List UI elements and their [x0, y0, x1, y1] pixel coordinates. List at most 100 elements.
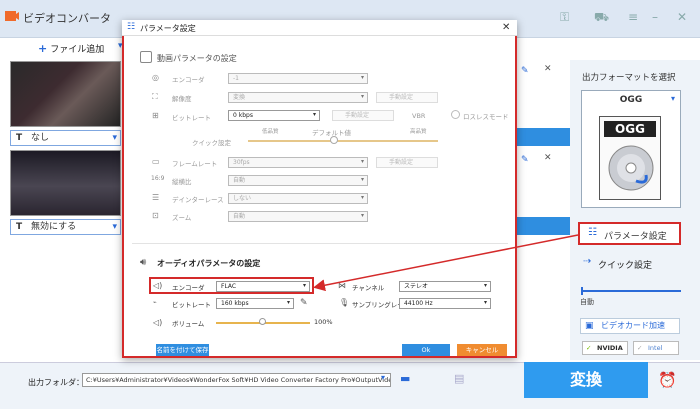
nvidia-label: NVIDIA: [597, 344, 623, 352]
manual-setting-label: 手動設定: [389, 94, 414, 101]
dialog-close-icon[interactable]: ✕: [502, 22, 510, 33]
zoom-label: ズーム: [172, 214, 192, 222]
key-icon[interactable]: ⚿: [560, 10, 569, 25]
microphone-icon: 🎙︎: [339, 298, 350, 307]
close-window-icon[interactable]: ✕: [677, 10, 687, 24]
chevron-down-icon: ▾: [360, 74, 364, 81]
framerate-select[interactable]: 30fps ▾: [228, 157, 368, 168]
channel-value: ステレオ: [404, 283, 429, 290]
edit-icon[interactable]: ✎: [521, 155, 529, 165]
app-title: ビデオコンバータ: [23, 12, 111, 25]
plus-icon: +: [38, 42, 48, 55]
quality-low-label: 低品質: [262, 129, 279, 135]
manual-setting-button[interactable]: 手動設定: [332, 110, 394, 121]
progress-stripe: [517, 128, 570, 146]
chevron-down-icon: ▾: [112, 222, 117, 232]
chevron-down-icon: ▾: [360, 212, 364, 219]
video-thumbnail[interactable]: [10, 150, 121, 216]
text-icon: T: [16, 222, 23, 232]
output-dropdown-icon[interactable]: ▾: [381, 373, 385, 382]
aspect-ratio-icon: 16:9: [151, 175, 165, 182]
zoom-icon: ⊡: [152, 211, 159, 220]
quick-settings-label: クイック設定: [598, 261, 653, 271]
quality-slider-knob[interactable]: [330, 136, 338, 144]
subtitle-value: なし: [31, 133, 50, 143]
framerate-icon: ▭: [152, 157, 160, 166]
volume-slider-knob[interactable]: [259, 318, 266, 325]
format-dropdown-icon[interactable]: ▾: [671, 94, 675, 103]
volume-icon: ◁): [153, 318, 163, 327]
quality-slider[interactable]: [248, 140, 438, 142]
subtitle-select[interactable]: T なし ▾: [10, 130, 121, 146]
audio-bitrate-select[interactable]: 160 kbps ▾: [216, 298, 294, 309]
video-thumbnail[interactable]: [10, 61, 121, 127]
zoom-select[interactable]: 自動 ▾: [228, 211, 368, 222]
remove-file-icon[interactable]: ✕: [544, 153, 552, 163]
samplerate-select[interactable]: 44100 Hz ▾: [399, 298, 491, 309]
volume-value: 100%: [314, 318, 333, 326]
chevron-down-icon: ▾: [360, 93, 364, 100]
menu-icon[interactable]: ≡: [628, 10, 638, 24]
alarm-clock-icon[interactable]: ⏰: [658, 371, 677, 389]
chevron-down-icon: ▾: [360, 194, 364, 201]
cart-icon[interactable]: ⛟: [594, 10, 609, 26]
chevron-down-icon: ▾: [112, 133, 117, 143]
progress-stripe: [517, 217, 570, 235]
save-as-button[interactable]: 名前を付けて保存: [156, 344, 209, 356]
aspect-ratio-label: 縦横比: [172, 178, 192, 186]
channel-select[interactable]: ステレオ ▾: [399, 281, 491, 292]
video-encoder-value: -1: [233, 75, 239, 82]
bitrate-icon: ⊞: [152, 111, 159, 120]
parameter-settings-button[interactable]: ☷ パラメータ設定: [578, 222, 681, 245]
deinterlace-select[interactable]: しない ▾: [228, 193, 368, 204]
encoder-highlight: [149, 277, 314, 294]
framerate-value: 30fps: [233, 159, 250, 166]
lossless-label: ロスレスモード: [463, 113, 509, 121]
lossless-radio[interactable]: [451, 110, 460, 119]
video-bitrate-select[interactable]: 0 kbps ▾: [228, 110, 320, 121]
subtitle-select[interactable]: T 無効にする ▾: [10, 219, 121, 235]
gpu-acceleration-button[interactable]: ▣ ビデオカード加速: [580, 318, 680, 334]
dialog-title-bar: ☷ パラメータ設定: [122, 20, 517, 36]
minimize-icon[interactable]: –: [652, 10, 658, 24]
checkbox-icon: ▣: [585, 321, 594, 331]
manual-setting-button[interactable]: 手動設定: [376, 92, 438, 103]
manual-setting-button[interactable]: 手動設定: [376, 157, 438, 168]
text-icon: T: [16, 133, 23, 143]
encoder-icon: ◎: [152, 73, 159, 82]
parameter-settings-label: パラメータ設定: [604, 232, 667, 242]
subtitle-value: 無効にする: [31, 222, 77, 232]
audio-settings-icon: 🔊︎: [140, 257, 147, 268]
pencil-icon[interactable]: ✎: [300, 298, 308, 308]
add-file-label: ファイル追加: [50, 45, 105, 55]
quick-settings-slider[interactable]: [581, 290, 681, 292]
video-section-title: 動画パラメータの設定: [157, 54, 237, 63]
resolution-select[interactable]: 変換 ▾: [228, 92, 368, 103]
video-settings-icon: [140, 51, 152, 63]
remove-file-icon[interactable]: ✕: [544, 64, 552, 74]
open-folder-icon[interactable]: ▤: [454, 372, 464, 385]
zoom-value: 自動: [233, 213, 246, 220]
add-file-button[interactable]: + ファイル追加: [38, 42, 104, 55]
video-encoder-select[interactable]: -1 ▾: [228, 73, 368, 84]
slider-handle[interactable]: [581, 287, 583, 295]
manual-setting-label: 手動設定: [345, 112, 370, 119]
aspect-ratio-select[interactable]: 自動 ▾: [228, 175, 368, 186]
quality-high-label: 高品質: [410, 129, 427, 135]
check-icon: ✓: [586, 344, 592, 352]
intel-badge: ✓ Intel: [633, 341, 679, 355]
resolution-icon: ⛶: [152, 92, 158, 101]
cancel-button[interactable]: キャンセル: [457, 344, 507, 356]
ok-button[interactable]: Ok: [402, 344, 450, 356]
convert-button[interactable]: 変換: [524, 362, 648, 398]
edit-icon[interactable]: ✎: [521, 66, 529, 76]
channel-icon: ⋈: [338, 281, 346, 290]
deinterlace-value: しない: [233, 195, 252, 202]
disc-icon: [608, 145, 654, 191]
chevron-down-icon: ▾: [360, 176, 364, 183]
output-folder-label: 出力フォルダ：: [28, 378, 84, 387]
folder-icon[interactable]: ▬: [400, 372, 410, 385]
output-folder-path[interactable]: C:¥Users¥Administrator¥Videos¥WonderFox …: [82, 373, 391, 387]
format-card-label: OGG: [604, 121, 656, 137]
sliders-icon: ☷: [127, 22, 136, 32]
